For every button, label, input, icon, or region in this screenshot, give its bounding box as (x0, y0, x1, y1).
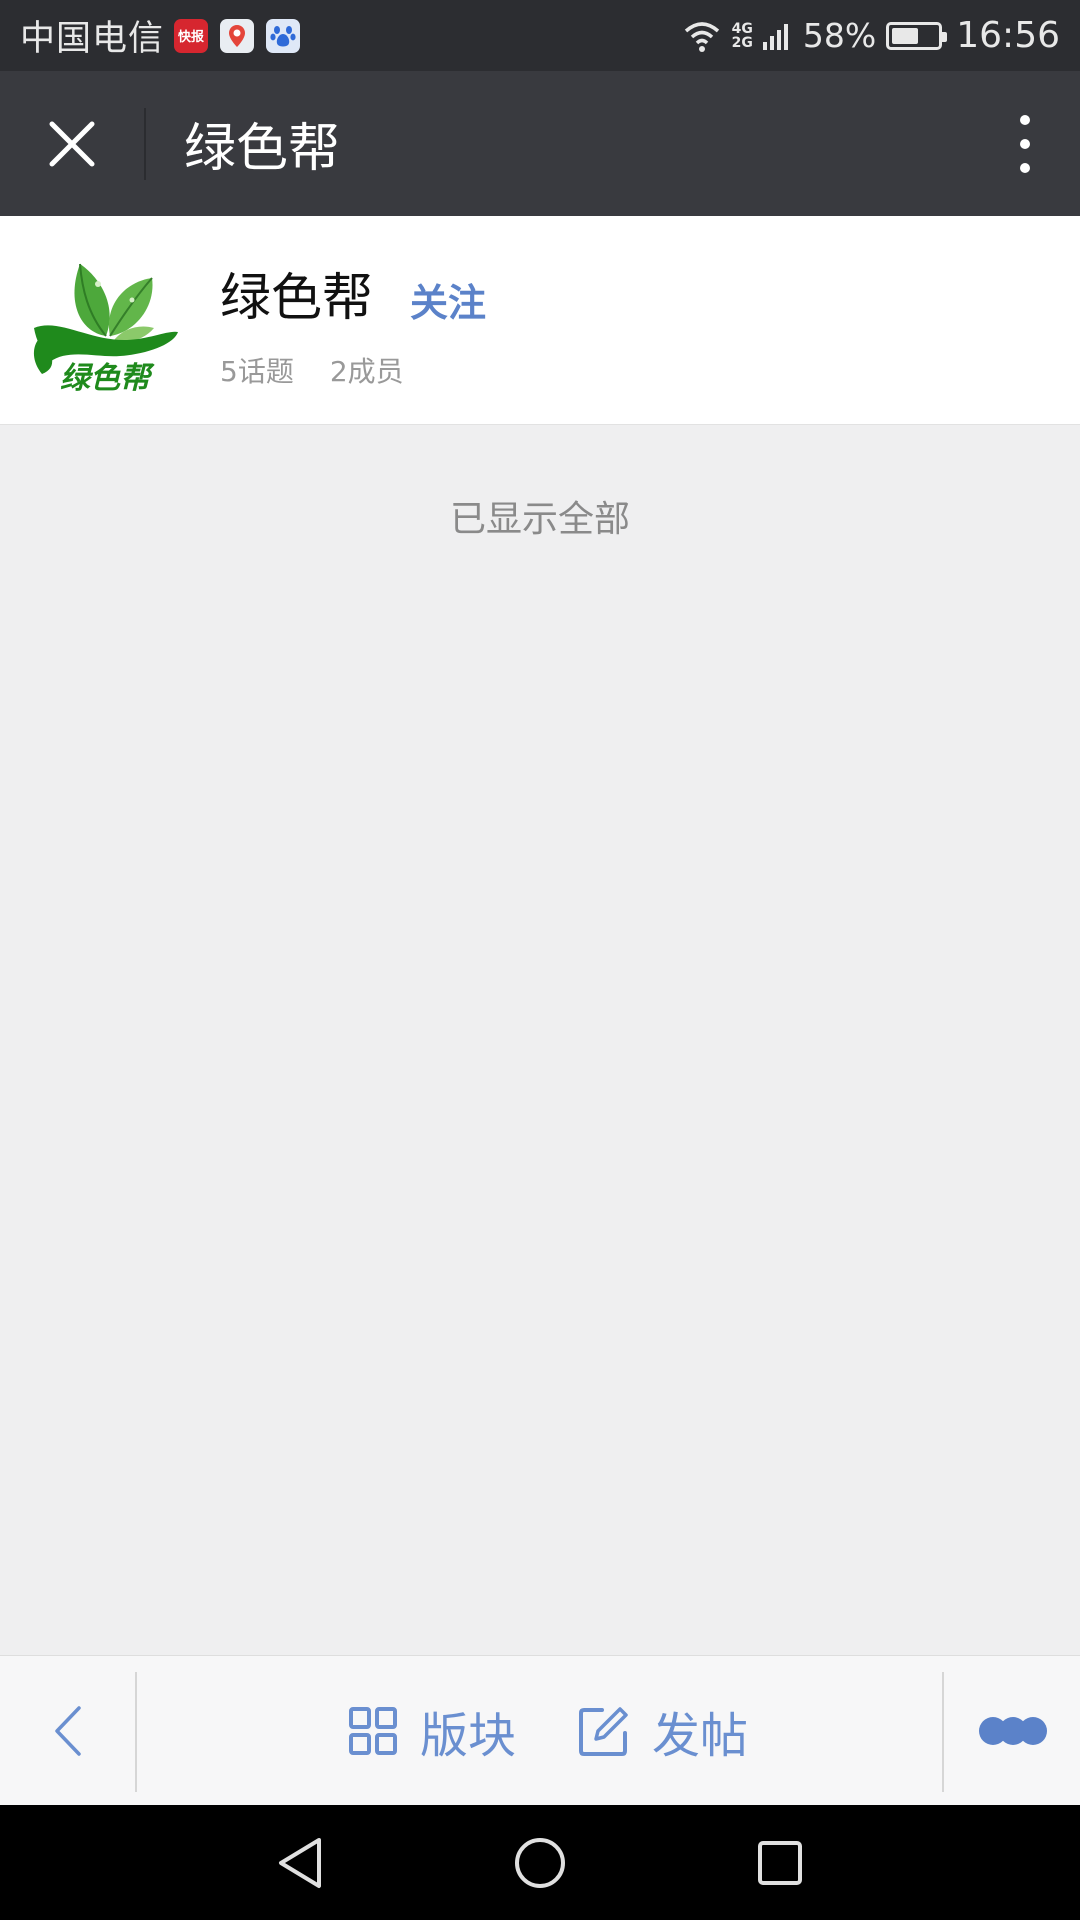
notification-icons: 快报 (174, 18, 301, 53)
title-divider (144, 107, 146, 180)
edit-icon (579, 1707, 628, 1756)
svg-text:绿色帮: 绿色帮 (60, 361, 155, 396)
new-post-label: 发帖 (652, 1708, 749, 1764)
news-app-label: 快报 (178, 30, 205, 45)
more-button[interactable] (945, 1656, 1080, 1806)
map-app-icon (220, 18, 255, 53)
group-header: 绿色帮 绿色帮 关注 5话题 2成员 (0, 216, 1080, 425)
clock: 16:56 (956, 15, 1060, 56)
network-type: 4G 2G (732, 22, 753, 50)
topic-count[interactable]: 5话题 (220, 350, 294, 390)
square-recents-icon (758, 1840, 802, 1885)
triangle-back-icon (279, 1837, 321, 1888)
group-name: 绿色帮 (220, 269, 374, 328)
more-vertical-icon (1020, 114, 1030, 173)
back-button[interactable] (0, 1656, 136, 1806)
status-bar: 中国电信 快报 4G 2G 58% 16:56 (0, 0, 1080, 71)
page-title: 绿色帮 (184, 119, 341, 179)
title-bar: 绿色帮 (0, 71, 1080, 216)
baidu-app-icon (266, 18, 301, 53)
nav-home-button[interactable] (480, 1805, 600, 1920)
follow-button[interactable]: 关注 (410, 272, 486, 327)
more-menu-button[interactable] (970, 71, 1080, 216)
member-count[interactable]: 2成员 (330, 350, 404, 390)
grid-icon (349, 1707, 397, 1755)
toolbar-divider-right (942, 1672, 944, 1792)
boards-button[interactable]: 版块 (348, 1656, 516, 1806)
carrier-name: 中国电信 (20, 19, 165, 59)
nav-recents-button[interactable] (720, 1805, 840, 1920)
boards-label: 版块 (420, 1708, 517, 1764)
signal-icon (762, 23, 788, 50)
network-2g-label: 2G (731, 34, 753, 51)
more-dots-icon (978, 1717, 1047, 1745)
chevron-left-icon (55, 1706, 81, 1756)
system-nav-bar (0, 1805, 1080, 1920)
nav-back-button[interactable] (240, 1805, 360, 1920)
end-of-list-text: 已显示全部 (449, 499, 630, 540)
bottom-toolbar: 版块 发帖 (0, 1655, 1080, 1805)
new-post-button[interactable]: 发帖 (578, 1656, 748, 1806)
toolbar-divider-left (135, 1672, 137, 1792)
circle-home-icon (515, 1837, 565, 1888)
status-indicators: 4G 2G 58% 16:56 (682, 15, 1060, 56)
network-4g-label: 4G (731, 20, 753, 37)
group-logo[interactable]: 绿色帮 (28, 244, 182, 396)
close-icon (49, 121, 95, 166)
battery-fill (892, 27, 918, 44)
wifi-icon (684, 21, 719, 52)
news-app-icon: 快报 (174, 18, 209, 53)
battery-percent: 58% (802, 16, 877, 55)
group-stats: 5话题 2成员 (220, 350, 404, 390)
battery-icon (886, 21, 948, 50)
close-button[interactable] (0, 71, 144, 216)
